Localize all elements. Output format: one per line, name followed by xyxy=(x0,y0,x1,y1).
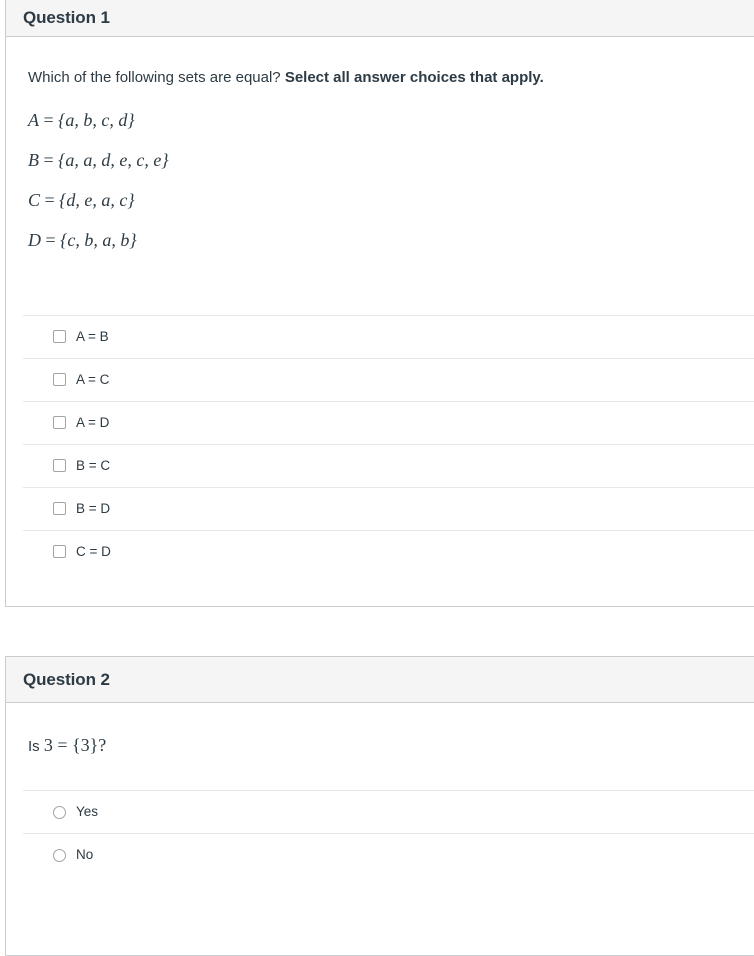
answer-label: A = D xyxy=(76,415,110,430)
question-2-header: Question 2 xyxy=(6,657,754,703)
answer-label: A = C xyxy=(76,372,110,387)
question-2-title: Question 2 xyxy=(23,669,110,689)
answer-label: No xyxy=(76,847,94,863)
set-c-elements: {d, e, a, c} xyxy=(59,190,135,211)
set-b-name: B xyxy=(28,150,39,171)
answer-option-a-eq-c[interactable]: A = C xyxy=(23,357,754,401)
answer-label: A = B xyxy=(76,329,109,344)
question-2-prompt: Is 3 = {3}? xyxy=(6,703,754,756)
question-2-answer-list: Yes No xyxy=(6,790,754,876)
question-card-2: Question 2 Is 3 = {3}? Yes No xyxy=(5,656,754,956)
answer-option-a-eq-d[interactable]: A = D xyxy=(23,400,754,444)
set-b-elements: {a, a, d, e, c, e} xyxy=(58,150,169,171)
set-a-name: A xyxy=(28,110,39,131)
set-d-equals: = xyxy=(45,230,56,251)
answer-option-a-eq-b[interactable]: A = B xyxy=(23,314,754,358)
checkbox-icon[interactable] xyxy=(53,545,66,559)
answer-option-b-eq-d[interactable]: B = D xyxy=(23,486,754,530)
question-1-prompt: Which of the following sets are equal? S… xyxy=(6,37,754,89)
question-2-prompt-math: 3 = {3}? xyxy=(43,735,107,755)
checkbox-icon[interactable] xyxy=(53,459,66,473)
checkbox-icon[interactable] xyxy=(53,416,66,430)
question-1-body: Which of the following sets are equal? S… xyxy=(6,37,754,573)
set-definitions: A = {a, b, c, d} B = {a, a, d, e, c, e} … xyxy=(6,101,754,261)
answer-label: B = D xyxy=(76,501,111,516)
question-1-prompt-emphasis: Select all answer choices that apply. xyxy=(284,69,544,86)
checkbox-icon[interactable] xyxy=(53,502,66,516)
question-1-answer-list: A = B A = C A = D B = C B = D C = D xyxy=(6,314,754,573)
question-2-prompt-text: Is xyxy=(28,738,44,755)
question-1-prompt-text: Which of the following sets are equal? xyxy=(28,69,285,86)
checkbox-icon[interactable] xyxy=(53,330,66,344)
set-definition-a: A = {a, b, c, d} xyxy=(6,101,754,141)
set-c-name: C xyxy=(28,190,41,211)
answer-option-b-eq-c[interactable]: B = C xyxy=(23,443,754,487)
quiz-page: Question 1 Which of the following sets a… xyxy=(0,0,754,956)
question-1-header: Question 1 xyxy=(6,0,754,37)
checkbox-icon[interactable] xyxy=(53,373,66,387)
set-d-elements: {c, b, a, b} xyxy=(60,230,137,251)
answer-option-no[interactable]: No xyxy=(23,833,754,876)
set-c-equals: = xyxy=(44,190,55,211)
set-a-elements: {a, b, c, d} xyxy=(58,110,135,131)
set-a-equals: = xyxy=(43,110,54,131)
radio-icon[interactable] xyxy=(53,848,66,862)
set-definition-d: D = {c, b, a, b} xyxy=(6,221,754,261)
answer-label: C = D xyxy=(76,544,111,559)
set-b-equals: = xyxy=(43,150,54,171)
set-definition-b: B = {a, a, d, e, c, e} xyxy=(6,141,754,181)
set-d-name: D xyxy=(28,230,41,251)
answer-label: B = C xyxy=(76,458,111,473)
answer-option-c-eq-d[interactable]: C = D xyxy=(23,529,754,573)
radio-icon[interactable] xyxy=(53,805,66,819)
set-definition-c: C = {d, e, a, c} xyxy=(6,181,754,221)
question-2-body: Is 3 = {3}? Yes No xyxy=(6,703,754,876)
question-1-title: Question 1 xyxy=(23,8,110,27)
answer-option-yes[interactable]: Yes xyxy=(23,790,754,833)
question-card-1: Question 1 Which of the following sets a… xyxy=(5,0,754,607)
answer-label: Yes xyxy=(76,804,99,820)
